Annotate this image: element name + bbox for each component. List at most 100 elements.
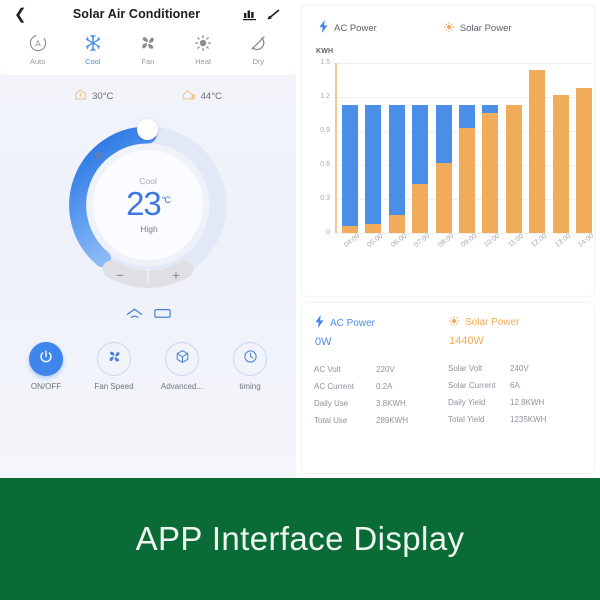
chart-bar[interactable]	[526, 63, 549, 233]
quick-actions: ON/OFF Fan Speed Advanced... timing	[0, 325, 296, 391]
stats-row-key: Total Use	[314, 415, 348, 425]
page-title: Solar Air Conditioner	[72, 7, 201, 21]
chart-bars	[338, 63, 596, 233]
back-button[interactable]: ❮	[14, 7, 30, 22]
action-fan-speed[interactable]: Fan Speed	[85, 342, 143, 391]
temperature-readings: 30°C 44°C	[0, 75, 296, 104]
fan-speed-button[interactable]	[97, 342, 131, 376]
action-label: Advanced...	[160, 382, 204, 391]
sun-rays-icon	[193, 32, 213, 54]
stats-row: Daily Use 3.8KWH	[314, 395, 448, 412]
dial-knob[interactable]	[137, 119, 158, 140]
timing-button[interactable]	[233, 342, 267, 376]
temp-decrease-button[interactable]: −	[103, 266, 137, 284]
power-icon	[38, 349, 54, 370]
stats-row-key: Total Yield	[448, 414, 485, 424]
ac-main-body: 30°C 44°C Cool 23°C High − + ON/OFF Fan …	[0, 75, 296, 493]
fan-blades-icon	[106, 348, 123, 370]
ac-stats-list: AC Volt 220V AC Current 0.2A Daily Use 3.8KWH…	[314, 361, 448, 429]
clock-icon	[242, 348, 259, 370]
indoor-temp-value: 30°C	[92, 90, 114, 102]
chart-bar[interactable]	[361, 63, 384, 233]
mode-label: Auto	[29, 57, 46, 66]
chart-bar[interactable]	[385, 63, 408, 233]
stats-row-value: 3.8KWH	[376, 398, 406, 408]
mode-item-auto[interactable]: A Auto	[15, 32, 61, 66]
chart-bar[interactable]	[408, 63, 431, 233]
mode-item-cool[interactable]: Cool	[70, 32, 116, 66]
power-stats-card: AC Power 0W AC Volt 220V AC Current 0.2A Dai…	[302, 303, 594, 473]
ac-stats-header: AC Power	[314, 315, 448, 331]
outdoor-temp-value: 44°C	[200, 90, 222, 102]
dry-slash-icon	[248, 32, 268, 54]
bar-segment-ac	[459, 104, 475, 128]
chart-bar[interactable]	[432, 63, 455, 233]
power-bar-chart: 1.5 1.2 0.9 0.6 0.3 0 04:00 05:00 06:00 07:00 08:0…	[310, 57, 598, 269]
x-axis-tick: 04:00	[342, 232, 361, 249]
x-axis-tick: 08:00	[436, 232, 455, 249]
dial-temp-number: 23	[126, 185, 162, 222]
x-axis-tick: 10:00	[483, 232, 502, 249]
solar-stats-list: Solar Volt 240V Solar Current 6A Daily Yield…	[448, 360, 582, 428]
fan-level-label: High	[140, 224, 158, 234]
action-timing[interactable]: timing	[221, 342, 279, 391]
x-axis-tick: 05:00	[366, 232, 385, 249]
lightning-icon	[318, 20, 329, 36]
temperature-dial[interactable]: Cool 23°C High − +	[65, 119, 231, 288]
temp-increase-button[interactable]: +	[159, 266, 193, 284]
chart-bar[interactable]	[573, 63, 596, 233]
mode-item-dry[interactable]: Dry	[235, 32, 281, 66]
chart-bar[interactable]	[549, 63, 572, 233]
y-axis-tick: 0.6	[320, 161, 330, 168]
stats-row-value: 1235KWH	[510, 414, 547, 424]
action-advanced[interactable]: Advanced...	[153, 342, 211, 391]
footer-banner: APP Interface Display	[0, 478, 600, 600]
mode-label: Dry	[252, 57, 265, 66]
x-axis-tick: 11:00	[507, 232, 525, 249]
stats-row-key: Daily Yield	[448, 397, 486, 407]
advanced-button[interactable]	[165, 342, 199, 376]
bar-segment-solar	[529, 69, 546, 233]
chart-bar[interactable]	[338, 63, 361, 233]
dial-fan-level: High	[95, 152, 158, 234]
action-on-off[interactable]: ON/OFF	[17, 342, 75, 391]
dial-temp-unit: °C	[161, 195, 171, 205]
y-axis-line	[335, 63, 337, 233]
swing-vertical-icon[interactable]	[125, 306, 144, 325]
chart-bar[interactable]	[479, 63, 502, 233]
legend-label: AC Power	[334, 22, 377, 34]
energy-dashboard-panel: AC Power Solar Power KWH 1.5 1.2 0.9 0.6…	[296, 0, 600, 478]
indoor-temperature: 30°C	[74, 88, 113, 104]
mode-item-fan[interactable]: Fan	[125, 32, 171, 66]
legend-label: Solar Power	[459, 22, 512, 34]
chart-bar[interactable]	[502, 63, 525, 233]
stats-row-key: AC Current	[314, 381, 355, 391]
bar-segment-ac	[482, 104, 499, 113]
stats-row: Solar Volt 240V	[448, 360, 582, 377]
bar-segment-ac	[435, 104, 452, 163]
bar-segment-solar	[459, 127, 475, 233]
auto-circle-icon: A	[28, 32, 48, 54]
stats-row-value: 220V	[376, 364, 395, 374]
x-axis-tick: 13:00	[553, 232, 573, 249]
house-thermometer-icon	[74, 88, 87, 104]
dial-temperature-value: 23°C	[126, 185, 171, 222]
house-outdoor-icon	[182, 88, 196, 104]
stats-row-value: 6A	[510, 380, 520, 390]
y-axis-tick: 0.9	[320, 127, 330, 134]
pencil-icon[interactable]	[267, 8, 282, 21]
y-axis-tick: 1.5	[320, 59, 330, 66]
legend-ac-power[interactable]: AC Power	[318, 20, 377, 36]
swing-horizontal-icon[interactable]	[153, 306, 172, 325]
power-button[interactable]	[29, 342, 63, 376]
ac-control-panel: ❮ Solar Air Conditioner A Auto Cool Fan …	[0, 0, 296, 493]
mode-item-heat[interactable]: Heat	[180, 32, 226, 66]
sun-icon	[443, 21, 455, 36]
chart-bar[interactable]	[455, 63, 478, 233]
x-axis-tick: 14:00	[577, 232, 596, 249]
bar-chart-icon[interactable]	[243, 8, 258, 21]
stats-row: Total Yield 1235KWH	[448, 411, 582, 428]
legend-solar-power[interactable]: Solar Power	[443, 20, 512, 36]
sun-icon	[448, 315, 460, 330]
stats-row-key: Daily Use	[314, 398, 349, 408]
